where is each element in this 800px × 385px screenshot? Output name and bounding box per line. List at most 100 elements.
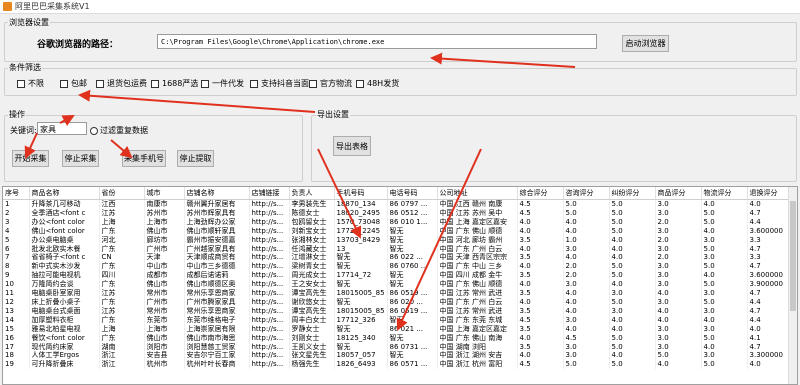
checkbox[interactable]	[96, 79, 104, 88]
filter-option-48h[interactable]: 48H发货	[356, 78, 399, 89]
column-header[interactable]: 电话号码	[387, 187, 438, 200]
data-table[interactable]: 序号 商品名称 省份 城市 店铺名称 店铺链接 负责人 手机号码 电话号码 公司地址 综合评分 咨询评…	[2, 186, 798, 385]
column-header[interactable]: 纠纷评分	[609, 187, 656, 200]
table-cell: 升降茶几可移动	[29, 199, 100, 209]
table-row[interactable]: 12 床上折叠小桌子 广东 广州市 广州市腾家家具 http://s... 谢欣悠女士 智无 8…	[3, 297, 794, 307]
table-cell: 5.0	[563, 208, 610, 218]
column-header[interactable]: 商品名称	[29, 187, 100, 200]
table-cell: 3.0	[701, 289, 748, 298]
vertical-scrollbar[interactable]	[788, 187, 797, 384]
table-cell: 苏州市辉家具有	[184, 208, 250, 218]
table-cell: http://s...	[249, 280, 290, 290]
table-cell: 杭州市	[144, 360, 185, 370]
column-header[interactable]: 咨询评分	[563, 187, 610, 200]
filter-option-unlimited[interactable]: 不限	[17, 78, 44, 89]
collect-phone-button[interactable]: 采集手机号	[122, 150, 166, 167]
checkbox[interactable]	[356, 79, 364, 88]
checkbox[interactable]	[60, 79, 68, 88]
column-header[interactable]: 综合评分	[517, 187, 564, 200]
stop-extract-button[interactable]: 停止提取	[177, 150, 214, 167]
column-header[interactable]: 店铺链接	[249, 187, 290, 200]
table-cell: 5.0	[609, 217, 656, 227]
checkbox[interactable]	[250, 79, 258, 88]
table-row[interactable]: 5 办公桌电脑桌 河北 廊坊市 霸州市振安德嘉 http://s... 张湘林女士 13703…	[3, 235, 794, 245]
column-header[interactable]: 店铺名称	[184, 187, 250, 200]
checkbox[interactable]	[309, 79, 317, 88]
launch-browser-button[interactable]: 启动浏览器	[622, 35, 669, 52]
filter-option-douyin[interactable]: 支持抖音当面	[250, 78, 309, 89]
table-cell: 中国 广东 广州 白云	[437, 244, 518, 254]
column-header[interactable]: 省份	[99, 187, 145, 200]
table-cell: 1	[3, 199, 30, 209]
filter-option-return-shipping[interactable]: 退货包运费	[96, 78, 147, 89]
column-header[interactable]: 负责人	[289, 187, 335, 200]
checkbox[interactable]	[201, 79, 209, 88]
filter-option-official-logistics[interactable]: 官方物流	[309, 78, 352, 89]
table-row[interactable]: 17 现代简约床家 湖南 浏阳市 浏阳慧慈工贸家 http://s... 王凯义女士 智无 86…	[3, 342, 794, 352]
filter-option-free-shipping[interactable]: 包邮	[60, 78, 87, 89]
table-cell: 18125_340	[334, 333, 388, 343]
scrollbar-thumb[interactable]	[790, 201, 796, 311]
table-row[interactable]: 15 雅易北柏星电视 上海 上海市 上海崇家居有限 http://s... 罗静女士 智无 86…	[3, 324, 794, 334]
table-cell: 5.0	[701, 208, 748, 218]
table-row[interactable]: 9 抽拉可能电视机 四川 成都市 成都后诺诺莉 http://s... 周光成女士 17714…	[3, 271, 794, 281]
table-cell: 17712_326	[334, 315, 388, 325]
column-header[interactable]: 城市	[144, 187, 185, 200]
table-cell: 智无	[334, 324, 388, 334]
table-cell: 86 0519 ...	[387, 289, 438, 298]
column-header[interactable]: 公司地址	[437, 187, 518, 200]
table-cell: 3.0	[701, 324, 748, 334]
app-icon	[3, 2, 12, 11]
column-header[interactable]: 退换评分	[747, 187, 794, 200]
column-header[interactable]: 商品评分	[655, 187, 702, 200]
table-cell: 3.0	[655, 280, 702, 290]
export-table-button[interactable]: 导出表格	[333, 136, 371, 156]
checkbox[interactable]	[151, 79, 159, 88]
table-cell: 南康市	[144, 199, 185, 209]
table-row[interactable]: 18 人体工学Ergos 浙江 安吉县 安吉尔宁百工家 http://s... 张文星先生 1…	[3, 351, 794, 361]
radio-button[interactable]	[90, 126, 98, 135]
chrome-path-input[interactable]: C:\Program Files\Google\Chrome\Applicati…	[157, 34, 597, 49]
table-cell: http://s...	[249, 226, 290, 236]
keyword-input[interactable]: 家具	[37, 122, 87, 135]
table-cell: 4.0	[609, 253, 656, 263]
column-header[interactable]: 手机号码	[334, 187, 388, 200]
table-cell: 3.0	[655, 297, 702, 307]
checkbox[interactable]	[17, 79, 25, 88]
column-header[interactable]: 物流评分	[701, 187, 748, 200]
table-cell: 电脑桌台式桌面	[29, 306, 100, 316]
table-cell: http://s...	[249, 324, 290, 334]
table-cell: 赣州翼升家居有	[184, 199, 250, 209]
column-header[interactable]: 序号	[3, 187, 30, 200]
table-cell: 佛山市南市海思	[184, 333, 250, 343]
table-cell: 86 0797 ...	[387, 199, 438, 209]
table-row[interactable]: 19 可升降折叠床 浙江 杭州市 杭州叶叶长春商 http://s... 杨强先生 1826_…	[3, 360, 794, 370]
table-cell: 3.0	[655, 199, 702, 209]
table-cell: 智无	[387, 280, 438, 290]
table-cell: 17714_72	[334, 271, 388, 281]
start-collect-button[interactable]: 开始采集	[12, 150, 49, 167]
filter-option-1688-select[interactable]: 1688严选	[151, 78, 198, 89]
table-row[interactable]: 2 全季酒店<font c 江苏 苏州市 苏州市辉家具有 http://s... 陈德女士 1…	[3, 208, 794, 218]
table-row[interactable]: 16 餐饮<font color 广东 佛山市 佛山市南市海思 http://s... 刘刚…	[3, 333, 794, 343]
table-row[interactable]: 8 新中式实木沙发 广东 中山市 中山市三乡德德 http://s... 梁树青女士 智无 86…	[3, 262, 794, 272]
dedupe-option[interactable]: 过滤重复数据	[90, 125, 148, 136]
stop-collect-button[interactable]: 停止采集	[62, 150, 99, 167]
table-cell: 智无	[387, 333, 438, 343]
table-row[interactable]: 7 省省椅子<font c CN 天津 天津顺成商贸有 http://s... 江增淋女士智…	[3, 253, 794, 263]
table-row[interactable]: 1 升降茶几可移动 江西 南康市 赣州翼升家居有 http://s... 李男装先生 1887…	[3, 199, 794, 209]
table-cell: 上海劲辉办公家	[184, 217, 250, 227]
table-row[interactable]: 14 加厚塑料衣柜 广东 东莞市 东莞市维格电子 http://s... 周丰白女士 1771…	[3, 315, 794, 325]
table-row[interactable]: 11 电脑桌卧室家用 江苏 常州市 常州乐享恩商家 http://s... 谭宝高先生 180…	[3, 289, 794, 298]
filter-option-dropship[interactable]: 一件代发	[201, 78, 244, 89]
table-cell: 常州乐享恩商家	[184, 289, 250, 298]
table-cell: 5.0	[655, 351, 702, 361]
table-row[interactable]: 6 批发北欧实木餐 广东 广州市 广州越家家具有 http://s... 任鸿藏女士 13_ 智…	[3, 244, 794, 254]
table-row[interactable]: 3 办公<font color 上海 上海市 上海劲辉办公家 http://s... 包鸥留…	[3, 217, 794, 227]
table-row[interactable]: 13 电脑桌台式桌面 江苏 常州市 常州乐享恩商家 http://s... 谭宝高先生 180…	[3, 306, 794, 316]
table-cell: 5.0	[609, 208, 656, 218]
table-cell: 加厚塑料衣柜	[29, 315, 100, 325]
table-cell: 常州市	[144, 306, 185, 316]
table-row[interactable]: 4 佛山<font color 广东 佛山市 佛山市顺轩家具 http://s... 刘新宝…	[3, 226, 794, 236]
table-row[interactable]: 10 万隆简约会谈 广东 佛山市 佛山市顺德区奥 http://s... 王之安女士 智无 智无…	[3, 280, 794, 290]
